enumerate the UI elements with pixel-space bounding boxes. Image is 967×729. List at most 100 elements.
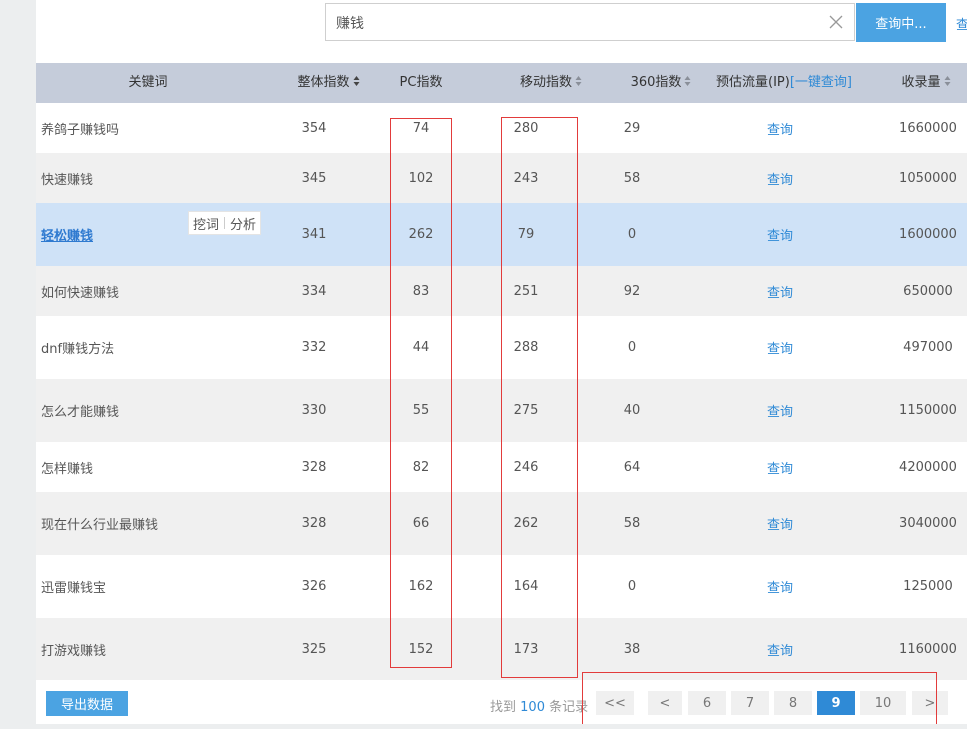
query-traffic-link[interactable]: 查询 (767, 338, 793, 357)
query-traffic-link[interactable]: 查询 (767, 640, 793, 659)
cell-360-index: 0 (627, 227, 637, 242)
export-data-button[interactable]: 导出数据 (46, 691, 128, 716)
cell-360-index: 29 (623, 120, 641, 136)
analyze-button[interactable]: 分析 (230, 214, 256, 233)
cell-pc-index: 262 (408, 227, 434, 242)
search-extra-link[interactable]: 查 (956, 14, 967, 33)
page-first-button[interactable]: << (596, 691, 634, 715)
page-7-button[interactable]: 7 (731, 691, 769, 715)
cell-360-index: 38 (623, 642, 641, 657)
cell-traffic: 查询 (750, 103, 810, 153)
query-traffic-link[interactable]: 查询 (767, 458, 793, 477)
header-indexed[interactable]: 收录量 (894, 63, 958, 103)
keyword-table: 关键词 整体指数 PC指数 移动指数 360指数 预估流量(IP)[一键查询] … (36, 63, 967, 681)
cell-360-index: 58 (623, 170, 641, 186)
cell-mobile-index: 262 (513, 516, 539, 531)
cell-mobile-index: 280 (513, 120, 539, 136)
cell-indexed: 1600000 (899, 227, 957, 242)
table-header: 关键词 整体指数 PC指数 移动指数 360指数 预估流量(IP)[一键查询] … (36, 63, 967, 103)
cell-keyword: 打游戏赚钱 (36, 618, 241, 681)
cell-overall-index: 328 (301, 516, 327, 531)
table-row: 怎样赚钱 328 82 246 64 查询 4200000 (36, 442, 967, 492)
header-pc-index: PC指数 (399, 75, 443, 90)
query-traffic-link[interactable]: 查询 (767, 119, 793, 138)
records-number: 100 (520, 700, 545, 715)
one-click-query-link[interactable]: [一键查询] (790, 75, 852, 90)
records-count: 找到 100 条记录 (490, 696, 588, 715)
sort-icon (944, 76, 950, 86)
bottom-strip (36, 724, 967, 729)
page-9-button[interactable]: 9 (817, 691, 855, 715)
keyword-text: 养鸽子赚钱吗 (41, 122, 120, 138)
keyword-text: 快速赚钱 (41, 172, 94, 188)
close-icon[interactable] (828, 14, 844, 30)
cell-indexed: 1050000 (899, 170, 957, 186)
cell-overall-index: 330 (301, 403, 327, 418)
header-360-index-label: 360指数 (630, 75, 682, 90)
header-traffic: 预估流量(IP)[一键查询] (704, 63, 864, 103)
cell-traffic: 查询 (750, 316, 810, 379)
page-6-button[interactable]: 6 (688, 691, 726, 715)
cell-pc-index: 82 (412, 459, 430, 475)
query-traffic-link[interactable]: 查询 (767, 577, 793, 596)
table-row: 打游戏赚钱 325 152 173 38 查询 1160000 (36, 618, 967, 681)
keyword-text: 如何快速赚钱 (41, 285, 120, 301)
cell-overall-index: 341 (301, 227, 327, 242)
cell-pc-index: 44 (412, 340, 430, 355)
search-button[interactable]: 查询中... (856, 3, 946, 42)
cell-overall-index: 334 (301, 283, 327, 299)
keyword-text: 迅雷赚钱宝 (41, 581, 107, 596)
table-row: 迅雷赚钱宝 326 162 164 0 查询 125000 (36, 555, 967, 618)
cell-pc-index: 102 (408, 170, 434, 186)
cell-traffic: 查询 (750, 153, 810, 203)
cell-indexed: 650000 (903, 283, 953, 299)
table-row: 现在什么行业最赚钱 328 66 262 58 查询 3040000 (36, 492, 967, 555)
search-input[interactable] (336, 13, 816, 33)
cell-indexed: 3040000 (899, 516, 957, 531)
query-traffic-link[interactable]: 查询 (767, 225, 793, 244)
cell-traffic: 查询 (750, 266, 810, 316)
query-traffic-link[interactable]: 查询 (767, 282, 793, 301)
cell-overall-index: 325 (301, 642, 327, 657)
page-prev-button[interactable]: < (648, 691, 682, 715)
cell-mobile-index: 173 (513, 642, 539, 657)
cell-mobile-index: 164 (513, 579, 539, 594)
cell-mobile-index: 288 (513, 340, 539, 355)
cell-pc-index: 55 (412, 403, 430, 418)
query-traffic-link[interactable]: 查询 (767, 401, 793, 420)
table-row: dnf赚钱方法 332 44 288 0 查询 497000 (36, 316, 967, 379)
page-next-button[interactable]: > (912, 691, 948, 715)
cell-indexed: 4200000 (899, 459, 957, 475)
keyword-text: 怎样赚钱 (41, 461, 94, 477)
cell-keyword: 怎样赚钱 (36, 442, 241, 492)
cell-traffic: 查询 (750, 555, 810, 618)
cell-pc-index: 152 (408, 642, 434, 657)
sort-active-icon (353, 76, 359, 86)
cell-360-index: 0 (627, 579, 637, 594)
page-8-button[interactable]: 8 (774, 691, 812, 715)
cell-keyword: 怎么才能赚钱 (36, 379, 241, 442)
cell-360-index: 40 (623, 403, 641, 418)
table-row: 养鸽子赚钱吗 354 74 280 29 查询 1660000 (36, 103, 967, 153)
keyword-text[interactable]: 轻松赚钱 (41, 225, 93, 244)
left-gutter (0, 0, 36, 729)
cell-keyword: 现在什么行业最赚钱 (36, 492, 241, 555)
query-traffic-link[interactable]: 查询 (767, 514, 793, 533)
cell-indexed: 1660000 (899, 120, 957, 136)
cell-360-index: 64 (623, 459, 641, 475)
cell-pc-index: 162 (408, 579, 434, 594)
dig-words-button[interactable]: 挖词 (193, 214, 219, 233)
cell-keyword: 养鸽子赚钱吗 (36, 103, 241, 153)
cell-overall-index: 328 (301, 459, 327, 475)
records-prefix: 找到 (490, 700, 517, 715)
keyword-text: 现在什么行业最赚钱 (41, 518, 159, 533)
page-10-button[interactable]: 10 (860, 691, 906, 715)
table-row: 如何快速赚钱 334 83 251 92 查询 650000 (36, 266, 967, 316)
query-traffic-link[interactable]: 查询 (767, 169, 793, 188)
cell-pc-index: 83 (412, 283, 430, 299)
cell-pc-index: 66 (412, 516, 430, 531)
cell-indexed: 125000 (903, 579, 953, 594)
header-overall-index[interactable]: 整体指数 (271, 63, 386, 103)
sort-icon (684, 76, 691, 86)
cell-indexed: 1160000 (899, 642, 957, 657)
